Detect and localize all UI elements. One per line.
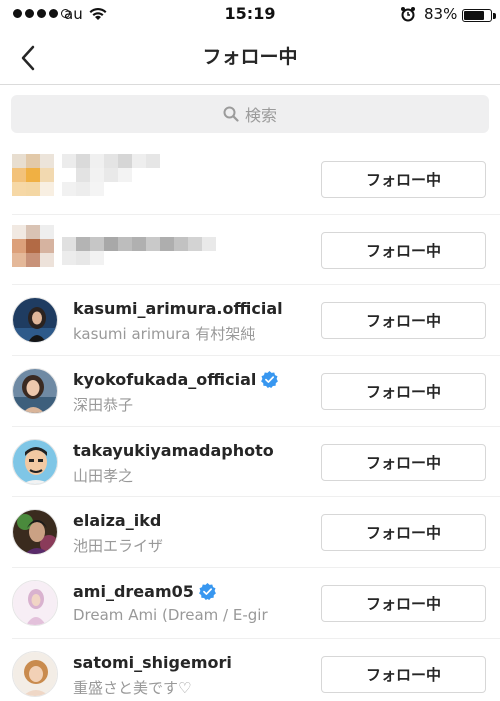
nav-bar: フォロー中 — [0, 30, 500, 85]
full-name: 深田恭子 — [73, 396, 134, 415]
following-button[interactable]: フォロー中 — [321, 161, 486, 198]
full-name: 山田孝之 — [73, 466, 134, 485]
search-input[interactable]: 検索 — [11, 95, 489, 133]
list-item[interactable]: kasumi_arimura.official kasumi arimura 有… — [12, 285, 500, 357]
avatar[interactable] — [12, 368, 58, 415]
following-button[interactable]: フォロー中 — [321, 585, 486, 623]
avatar[interactable] — [12, 509, 58, 556]
username: elaiza_ikd — [73, 511, 162, 531]
verified-badge-icon — [261, 371, 279, 389]
battery-icon — [462, 9, 492, 22]
list-item[interactable]: kyokofukada_official 深田恭子 フォロー中 — [12, 356, 500, 427]
following-list: フォロー中 フォロー中 kasumi_arimura.official kasu… — [0, 144, 500, 701]
full-name: kasumi arimura 有村架純 — [73, 325, 256, 344]
avatar[interactable] — [12, 297, 58, 344]
username: satomi_shigemori — [73, 652, 232, 672]
full-name: 池田エライザ — [73, 537, 164, 556]
status-bar: au 15:19 83% — [0, 0, 500, 30]
search-placeholder: 検索 — [244, 106, 277, 125]
list-item[interactable]: ami_dream05 Dream Ami (Dream / E-gir フォロ… — [12, 568, 500, 639]
avatar[interactable] — [12, 438, 58, 485]
avatar[interactable] — [12, 650, 58, 697]
following-button[interactable]: フォロー中 — [321, 373, 486, 411]
list-item[interactable]: satomi_shigemori 重盛さと美です♡ フォロー中 — [12, 639, 500, 701]
following-button[interactable]: フォロー中 — [321, 302, 486, 340]
alarm-clock-icon — [400, 6, 416, 26]
username: kasumi_arimura.official — [73, 299, 283, 319]
battery-tip — [493, 13, 496, 19]
page-title: フォロー中 — [202, 46, 298, 68]
search-icon — [223, 106, 239, 122]
full-name: Dream Ami (Dream / E-gir — [73, 606, 268, 625]
following-button[interactable]: フォロー中 — [321, 231, 486, 269]
following-button[interactable]: フォロー中 — [321, 514, 486, 552]
username: ami_dream05 — [73, 582, 216, 601]
verified-badge-icon — [198, 583, 216, 601]
battery-percentage: 83% — [424, 5, 458, 23]
avatar[interactable] — [12, 580, 58, 627]
list-item[interactable]: フォロー中 — [12, 215, 500, 286]
username: takayukiyamadaphoto — [73, 440, 274, 460]
list-item[interactable]: elaiza_ikd 池田エライザ フォロー中 — [12, 497, 500, 569]
chevron-left-icon — [21, 45, 35, 71]
back-button[interactable] — [8, 38, 48, 78]
following-button[interactable]: フォロー中 — [321, 443, 486, 481]
full-name: 重盛さと美です♡ — [73, 678, 192, 697]
username: kyokofukada_official — [73, 370, 279, 389]
list-item[interactable]: takayukiyamadaphoto 山田孝之 フォロー中 — [12, 427, 500, 498]
following-button[interactable]: フォロー中 — [321, 655, 486, 693]
list-item[interactable]: フォロー中 — [12, 144, 500, 215]
